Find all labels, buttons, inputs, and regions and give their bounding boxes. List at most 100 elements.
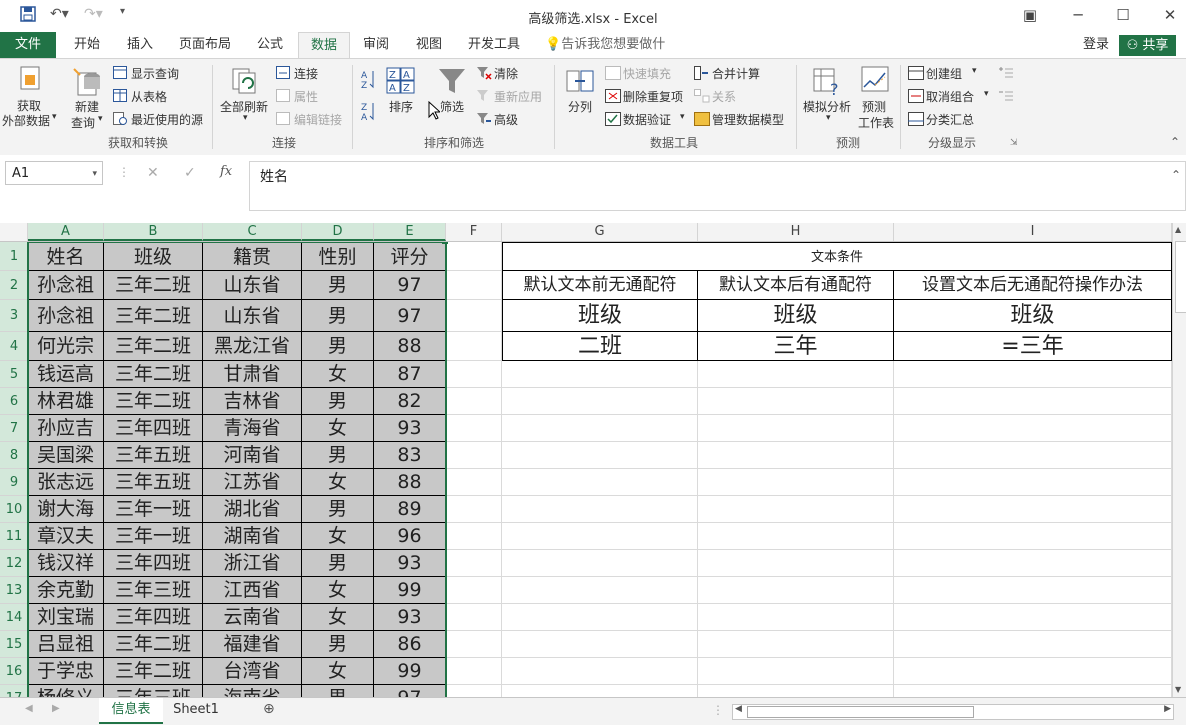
name-box[interactable]: A1 ▾: [5, 161, 103, 185]
criteria-field[interactable]: 班级: [894, 300, 1172, 332]
row-header[interactable]: 13: [0, 577, 28, 604]
what-if-icon[interactable]: ?: [812, 65, 842, 100]
column-header-d[interactable]: D: [302, 223, 374, 241]
row-header[interactable]: 14: [0, 604, 28, 631]
tab-review[interactable]: 审阅: [352, 32, 400, 58]
hide-detail-icon[interactable]: [998, 89, 1014, 106]
tab-view[interactable]: 视图: [405, 32, 453, 58]
row-header[interactable]: 1: [0, 242, 28, 271]
external-data-icon[interactable]: [17, 65, 45, 96]
ribbon-display-icon[interactable]: ▣: [1015, 4, 1045, 26]
sheet-tab-info[interactable]: 信息表: [99, 698, 163, 724]
refresh-all-icon[interactable]: [229, 65, 259, 98]
sort-az-icon[interactable]: AZ: [361, 69, 377, 92]
tab-developer[interactable]: 开发工具: [460, 32, 528, 58]
get-external-label2[interactable]: 外部数据: [2, 112, 50, 129]
maximize-button[interactable]: ☐: [1108, 4, 1138, 26]
create-group-button[interactable]: 创建组: [926, 65, 962, 82]
prev-sheet-icon[interactable]: ◀: [25, 703, 33, 714]
scroll-right-icon[interactable]: ▶: [1164, 704, 1171, 714]
flash-fill-button[interactable]: 快速填充: [623, 65, 671, 82]
sort-button[interactable]: 排序: [389, 98, 413, 115]
subtotal-button[interactable]: 分类汇总: [926, 111, 974, 128]
forecast-button[interactable]: 预测: [862, 98, 886, 115]
forecast-button2[interactable]: 工作表: [858, 114, 894, 131]
data-model-button[interactable]: 管理数据模型: [712, 111, 784, 128]
column-header-a[interactable]: A: [28, 223, 104, 241]
from-table-button[interactable]: 从表格: [131, 88, 167, 105]
collapse-ribbon-icon[interactable]: ⌃: [1170, 135, 1180, 149]
enter-icon[interactable]: ✓: [184, 165, 196, 181]
close-button[interactable]: ✕: [1155, 4, 1185, 26]
new-query-label2[interactable]: 查询: [71, 114, 95, 131]
tab-insert[interactable]: 插入: [116, 32, 164, 58]
criteria-value[interactable]: 三年: [698, 332, 894, 361]
edit-links-button[interactable]: 编辑链接: [294, 111, 342, 128]
sheet-tab-sheet1[interactable]: Sheet1: [166, 698, 226, 722]
relationships-button[interactable]: 关系: [712, 88, 736, 105]
tab-formulas[interactable]: 公式: [246, 32, 294, 58]
row-header[interactable]: 10: [0, 496, 28, 523]
show-queries-button[interactable]: 显示查询: [131, 65, 179, 82]
filter-button[interactable]: 筛选: [440, 98, 464, 115]
advanced-button[interactable]: 高级: [494, 111, 518, 128]
column-header-b[interactable]: B: [104, 223, 203, 241]
scroll-thumb[interactable]: [1175, 241, 1186, 313]
tab-data[interactable]: 数据: [298, 32, 350, 59]
tell-me-box[interactable]: 💡告诉我您想要做什么...: [545, 32, 685, 78]
column-header-g[interactable]: G: [502, 223, 698, 241]
column-header-c[interactable]: C: [203, 223, 302, 241]
column-header-i[interactable]: I: [894, 223, 1172, 241]
row-header[interactable]: 4: [0, 332, 28, 361]
hscroll-thumb[interactable]: [747, 706, 974, 718]
dialog-launcher-icon[interactable]: ⇲: [1010, 138, 1018, 148]
row-header[interactable]: 17: [0, 685, 28, 697]
recent-sources-button[interactable]: 最近使用的源: [131, 111, 203, 128]
text-to-columns-icon[interactable]: [565, 67, 595, 98]
sort-icon[interactable]: ZAAZ: [386, 67, 416, 98]
share-button[interactable]: ⚇ 共享: [1119, 35, 1176, 56]
connections-button[interactable]: 连接: [294, 65, 318, 82]
filter-icon[interactable]: [437, 66, 467, 99]
criteria-field[interactable]: 班级: [698, 300, 894, 332]
formula-input[interactable]: 姓名 ⌃: [249, 161, 1186, 211]
criteria-header[interactable]: 默认文本后有通配符: [698, 271, 894, 300]
consolidate-button[interactable]: 合并计算: [712, 65, 760, 82]
tab-page-layout[interactable]: 页面布局: [170, 32, 240, 58]
criteria-value[interactable]: 二班: [502, 332, 698, 361]
row-header[interactable]: 12: [0, 550, 28, 577]
row-header[interactable]: 6: [0, 388, 28, 415]
expand-formula-icon[interactable]: ⌃: [1171, 168, 1181, 182]
new-query-icon[interactable]: [72, 65, 104, 100]
select-all-corner[interactable]: [0, 223, 28, 241]
sort-za-icon[interactable]: ZA: [361, 101, 377, 124]
next-sheet-icon[interactable]: ▶: [52, 703, 60, 714]
worksheet-grid[interactable]: 1234567891011121314151617姓名班级籍贯性别评分孙念祖三年…: [0, 242, 1172, 697]
cancel-icon[interactable]: ✕: [147, 165, 159, 181]
criteria-header[interactable]: 默认文本前无通配符: [502, 271, 698, 300]
row-header[interactable]: 9: [0, 469, 28, 496]
criteria-field[interactable]: 班级: [502, 300, 698, 332]
row-header[interactable]: 8: [0, 442, 28, 469]
show-detail-icon[interactable]: [998, 66, 1014, 83]
clear-button[interactable]: 清除: [494, 65, 518, 82]
ungroup-button[interactable]: 取消组合: [926, 88, 974, 105]
tab-file[interactable]: 文件: [0, 32, 56, 58]
row-header[interactable]: 7: [0, 415, 28, 442]
forecast-sheet-icon[interactable]: [860, 65, 890, 98]
row-header[interactable]: 11: [0, 523, 28, 550]
criteria-title[interactable]: 文本条件: [502, 242, 1172, 271]
fx-icon[interactable]: fx: [220, 164, 232, 179]
criteria-value[interactable]: =三年: [894, 332, 1172, 361]
remove-duplicates-button[interactable]: 删除重复项: [623, 88, 683, 105]
reapply-button[interactable]: 重新应用: [494, 88, 542, 105]
scroll-left-icon[interactable]: ◀: [735, 704, 742, 714]
row-header[interactable]: 2: [0, 271, 28, 300]
login-link[interactable]: 登录: [1078, 32, 1114, 58]
fill-handle[interactable]: [442, 242, 448, 244]
column-header-e[interactable]: E: [374, 223, 446, 241]
new-query-label[interactable]: 新建: [75, 98, 99, 115]
vertical-scrollbar[interactable]: ▲ ▼: [1172, 223, 1186, 697]
add-sheet-icon[interactable]: ⊕: [263, 701, 275, 717]
minimize-button[interactable]: ─: [1063, 4, 1093, 26]
